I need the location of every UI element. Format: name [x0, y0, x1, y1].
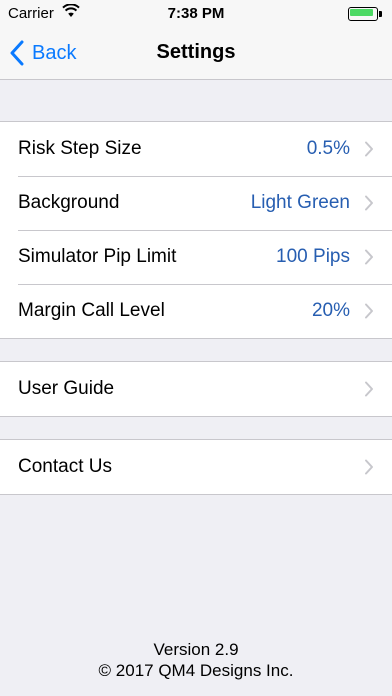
battery-icon — [348, 7, 382, 21]
contact-us-row[interactable]: Contact Us — [0, 440, 392, 494]
page-title: Settings — [156, 41, 236, 63]
chevron-right-icon — [365, 303, 373, 319]
version-text: Version 2.9 — [153, 640, 239, 659]
contact-group: Contact Us — [0, 439, 392, 495]
setting-value: 0.5% — [306, 138, 350, 159]
setting-label: Simulator Pip Limit — [18, 246, 177, 267]
chevron-right-icon — [365, 381, 373, 397]
user-guide-label: User Guide — [18, 378, 115, 399]
footer: Version 2.9 © 2017 QM4 Designs Inc. — [0, 639, 392, 681]
guide-group: User Guide — [0, 361, 392, 417]
settings-group: Risk Step Size 0.5% Background Light Gre… — [0, 121, 392, 339]
setting-row-background[interactable]: Background Light Green — [0, 176, 392, 230]
navigation-bar: Back Settings — [0, 28, 392, 80]
setting-label: Margin Call Level — [18, 300, 165, 321]
chevron-right-icon — [365, 195, 373, 211]
chevron-right-icon — [365, 249, 373, 265]
chevron-right-icon — [365, 459, 373, 475]
setting-row-risk-step-size[interactable]: Risk Step Size 0.5% — [0, 122, 392, 176]
setting-label: Risk Step Size — [18, 138, 142, 159]
setting-value: 20% — [311, 300, 350, 321]
setting-row-margin-call-level[interactable]: Margin Call Level 20% — [0, 284, 392, 338]
chevron-right-icon — [365, 141, 373, 157]
contact-us-label: Contact Us — [18, 456, 112, 477]
setting-label: Background — [18, 192, 120, 213]
status-bar: Carrier 7:38 PM — [0, 0, 392, 28]
setting-value: 100 Pips — [276, 246, 350, 267]
copyright-text: © 2017 QM4 Designs Inc. — [98, 661, 294, 680]
setting-row-simulator-pip-limit[interactable]: Simulator Pip Limit 100 Pips — [0, 230, 392, 284]
user-guide-row[interactable]: User Guide — [0, 362, 392, 416]
clock: 7:38 PM — [167, 5, 225, 22]
setting-value: Light Green — [250, 192, 350, 213]
